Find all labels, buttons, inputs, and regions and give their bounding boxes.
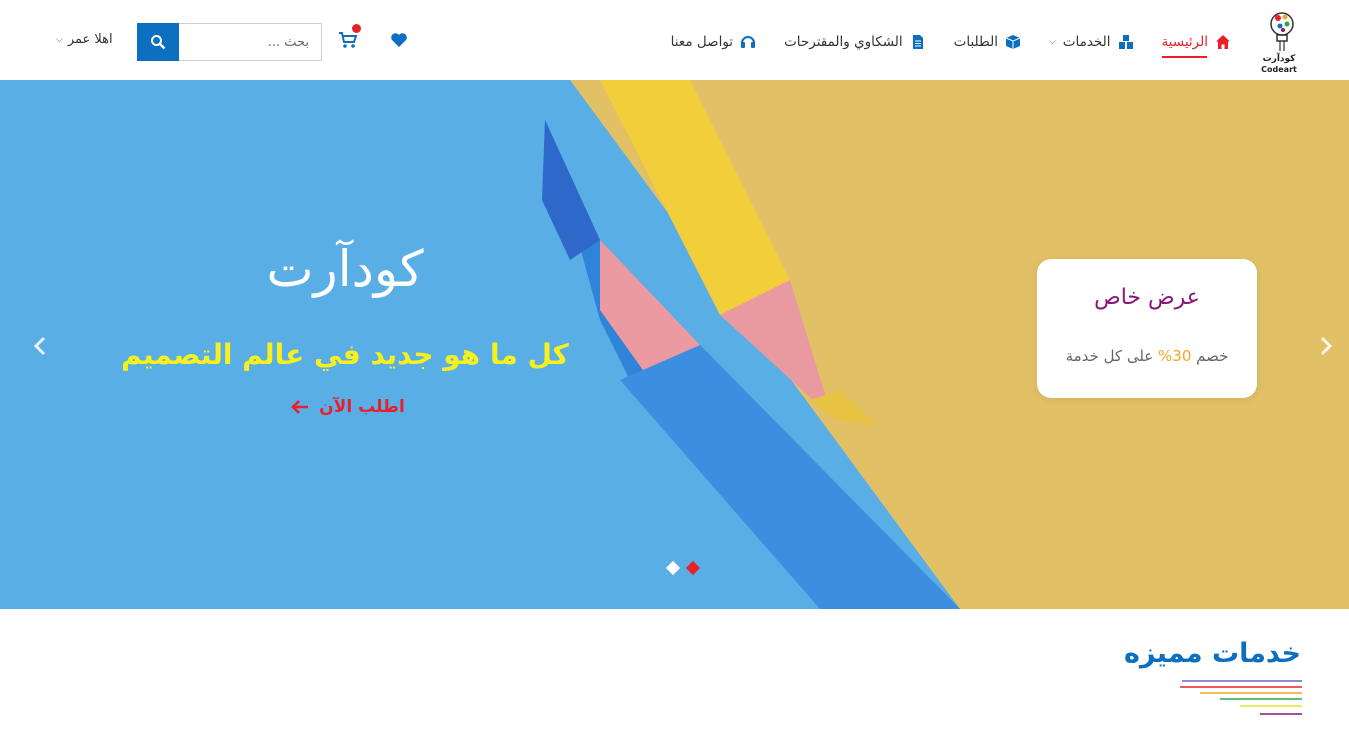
nav-label-home: الرئيسية [1161, 34, 1209, 50]
nav-item-services[interactable]: الخدمات ⌵ [1049, 30, 1134, 54]
nav-label-orders: الطلبات [953, 34, 998, 50]
heart-icon[interactable] [390, 31, 408, 49]
site-header: كودآرت Codeart الرئيسية الخدمات ⌵ الطلبا… [0, 0, 1349, 80]
chevron-down-icon: ⌵ [1048, 37, 1056, 47]
offer-title: عرض خاص [1094, 285, 1200, 310]
nav-item-orders[interactable]: الطلبات [954, 30, 1021, 54]
offer-text-before: خصم [1191, 347, 1229, 365]
slider-prev-icon[interactable] [30, 335, 52, 357]
document-icon [912, 35, 923, 49]
cart-icon[interactable] [338, 31, 358, 49]
user-greeting: اهلا عمر [67, 32, 113, 47]
cart-badge [352, 24, 361, 33]
nav-item-complaints[interactable]: الشكاوي والمقترحات [784, 30, 926, 54]
box-icon [1005, 35, 1021, 49]
offer-percent: 30% [1158, 347, 1192, 365]
order-now-label: اطلب الآن [319, 397, 405, 417]
user-menu[interactable]: اهلا عمر ⌵ [56, 32, 113, 47]
decorative-lines [1180, 680, 1302, 715]
hero-title: كودآرت [266, 240, 424, 298]
nav-label-complaints: الشكاوي والمقترحات [784, 34, 903, 50]
slider-next-icon[interactable] [1314, 335, 1336, 357]
headset-icon [741, 36, 756, 48]
hero-subtitle: كل ما هو جديد في عالم التصميم [121, 338, 569, 371]
services-icon [1118, 35, 1133, 49]
search-input[interactable] [179, 23, 322, 61]
special-offer-card: عرض خاص خصم 30% على كل خدمة [1037, 259, 1257, 398]
arrow-left-icon [291, 400, 309, 414]
lightbulb-logo-icon [1270, 12, 1294, 51]
hero-slider: كودآرت كل ما هو جديد في عالم التصميم اطل… [0, 80, 1349, 609]
offer-text-after: على كل خدمة [1065, 347, 1159, 365]
search-icon [151, 35, 166, 50]
order-now-link[interactable]: اطلب الآن [288, 397, 408, 417]
offer-text: خصم 30% على كل خدمة [1037, 347, 1257, 365]
site-logo[interactable]: كودآرت Codeart [1254, 8, 1304, 74]
home-icon [1216, 35, 1230, 49]
logo-english-text: Codeart [1261, 65, 1297, 74]
logo-arabic-text: كودآرت [1262, 54, 1296, 64]
section-title: خدمات مميزه [1123, 638, 1301, 669]
nav-label-services: الخدمات [1062, 34, 1111, 50]
nav-item-home[interactable]: الرئيسية [1161, 30, 1232, 58]
nav-label-contact: تواصل معنا [670, 34, 734, 50]
nav-item-contact[interactable]: تواصل معنا [671, 30, 756, 54]
main-nav: الرئيسية الخدمات ⌵ الطلبات الشكاوي والمق… [671, 30, 1232, 58]
chevron-down-icon: ⌵ [56, 34, 63, 45]
search-button[interactable] [137, 23, 179, 61]
